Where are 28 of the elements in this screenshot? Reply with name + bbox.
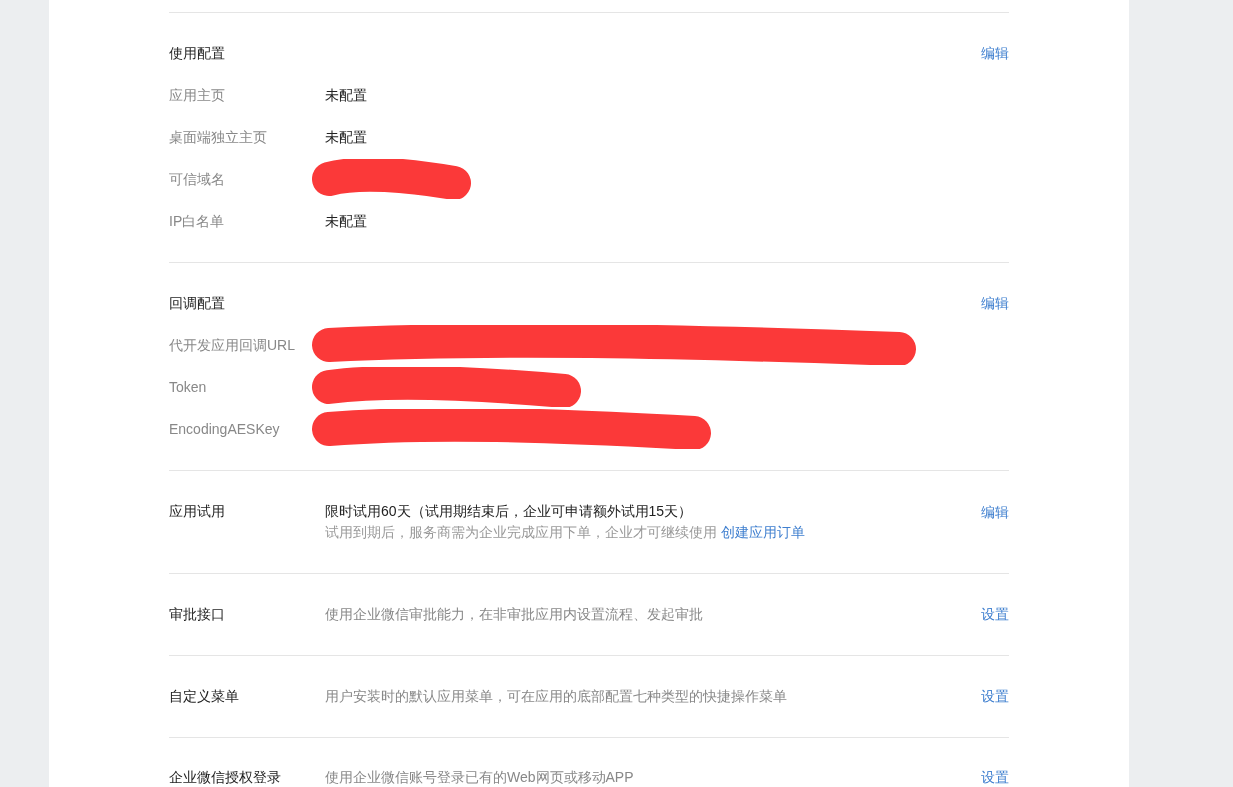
field-value: 未配置: [325, 127, 367, 147]
field-label: 应用主页: [169, 85, 226, 105]
section-title: 自定义菜单: [169, 687, 240, 706]
create-order-link[interactable]: 创建应用订单: [721, 522, 805, 543]
field-label: EncodingAESKey: [169, 419, 281, 439]
feature-description: 使用企业微信审批能力，在非审批应用内设置流程、发起审批: [325, 605, 703, 624]
field-value: 未配置: [325, 85, 367, 105]
edit-link[interactable]: 编辑: [981, 292, 1009, 314]
edit-link[interactable]: 设置: [981, 769, 1009, 786]
field-label: 代开发应用回调URL: [169, 335, 296, 355]
feature-description: 用户安装时的默认应用菜单，可在应用的底部配置七种类型的快捷操作菜单: [325, 687, 787, 706]
field-value: 未配置: [325, 211, 367, 231]
field-label: 桌面端独立主页: [169, 127, 268, 147]
field-label: Token: [169, 377, 208, 397]
section-title: 应用试用: [169, 502, 226, 521]
trial-note: 试用到期后，服务商需为企业完成应用下单，企业才可继续使用: [325, 523, 717, 542]
edit-link[interactable]: 设置: [981, 686, 1009, 707]
section-title: 审批接口: [169, 605, 226, 624]
edit-link[interactable]: 设置: [981, 604, 1009, 625]
field-label: IP白名单: [169, 211, 226, 231]
feature-description: 使用企业微信账号登录已有的Web网页或移动APP: [325, 769, 634, 786]
edit-link[interactable]: 编辑: [981, 504, 1009, 520]
edit-link[interactable]: 编辑: [981, 42, 1009, 64]
trial-value: 限时试用60天（试用期结束后，企业可申请额外试用15天）: [325, 502, 694, 521]
field-label: 可信域名: [169, 169, 226, 189]
section-title: 回调配置: [169, 293, 225, 313]
section-title: 使用配置: [169, 43, 225, 63]
section-title: 企业微信授权登录: [169, 769, 282, 786]
